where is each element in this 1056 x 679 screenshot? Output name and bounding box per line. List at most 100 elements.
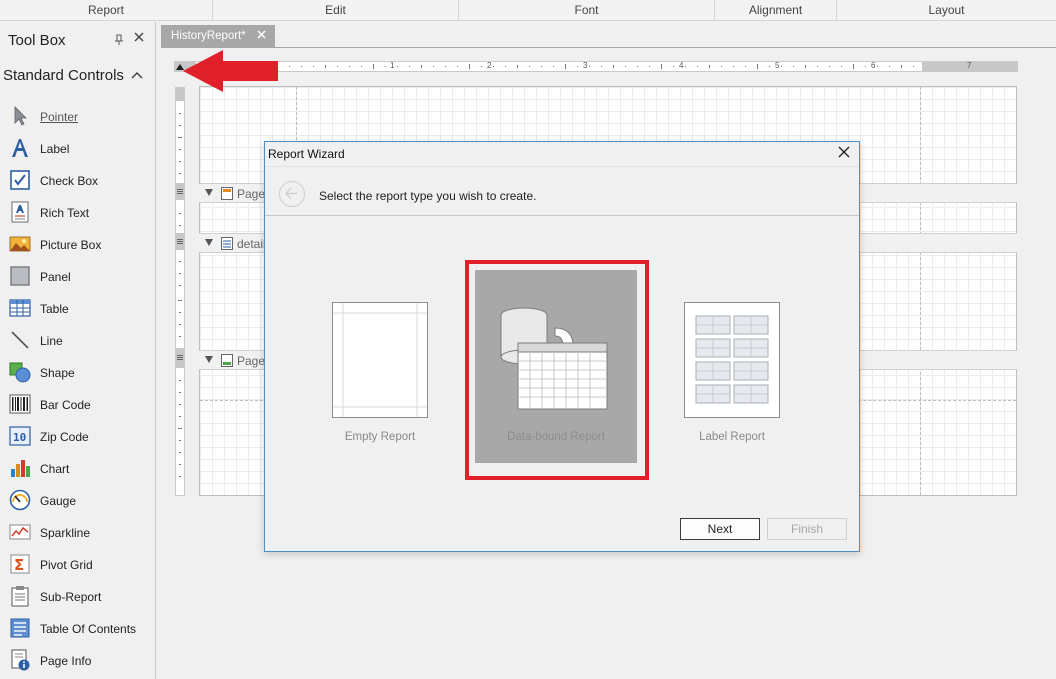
page-info-icon (9, 649, 31, 671)
toolbox-item-label: Page Info (40, 654, 92, 668)
standard-controls-section[interactable]: Standard Controls (0, 62, 156, 90)
label-icon (9, 137, 31, 159)
toolbox-panel: Tool Box Standard Controls Pointer Label… (0, 22, 156, 679)
band-label: Page (237, 354, 266, 368)
ribbon-group-edit[interactable]: Edit (213, 0, 459, 21)
toolbox-item-picture-box[interactable]: Picture Box (0, 230, 156, 260)
empty-report-thumbnail (332, 302, 428, 418)
close-icon[interactable] (837, 145, 853, 163)
toolbox-title: Tool Box (8, 32, 66, 49)
toolbox-item-label: Bar Code (40, 398, 91, 412)
svg-text:Σ: Σ (14, 556, 24, 574)
next-button[interactable]: Next (680, 518, 760, 540)
close-icon[interactable] (256, 28, 267, 43)
ruler-number: 7 (967, 61, 972, 70)
toolbox-item-chart[interactable]: Chart (0, 454, 156, 484)
toolbox-item-label: Panel (40, 270, 71, 284)
toolbox-item-line[interactable]: Line (0, 326, 156, 356)
toolbox-item-check-box[interactable]: Check Box (0, 166, 156, 196)
toolbox-item-label: Table Of Contents (40, 622, 137, 636)
ruler-number: 5 (775, 61, 780, 70)
dialog-title: Report Wizard (268, 147, 345, 161)
toolbox-item-label: Label (40, 142, 70, 156)
ruler-ticks (205, 64, 914, 69)
finish-button[interactable]: Finish (767, 518, 847, 540)
toolbox-item-label: Check Box (40, 174, 99, 188)
toolbox-item-bar-code[interactable]: Bar Code (0, 390, 156, 420)
toolbox-item-table[interactable]: Table (0, 294, 156, 324)
toolbox-header: Tool Box (0, 22, 156, 58)
toolbox-item-pivot-grid[interactable]: Σ Pivot Grid (0, 550, 156, 580)
collapse-arrow-icon[interactable] (205, 239, 213, 246)
tab-underline (161, 47, 1056, 48)
selection-highlight-box (465, 260, 649, 480)
toolbox-item-label: Table (40, 302, 69, 316)
rich-text-icon (9, 201, 31, 223)
ribbon-group-font[interactable]: Font (459, 0, 715, 21)
tab-label: HistoryReport* (171, 30, 246, 42)
toolbox-item-label: Shape (40, 366, 75, 380)
empty-report-icon (333, 303, 427, 417)
zip-code-icon: 10 (9, 425, 31, 447)
sub-report-icon (9, 585, 31, 607)
chevron-up-icon[interactable] (130, 67, 144, 83)
barcode-icon (9, 393, 31, 415)
wizard-prompt: Select the report type you wish to creat… (319, 189, 537, 203)
collapse-arrow-icon[interactable] (205, 356, 213, 363)
wizard-header: Select the report type you wish to creat… (265, 166, 859, 216)
toolbox-item-label: Pivot Grid (40, 558, 93, 572)
table-icon (9, 297, 31, 319)
toolbox-item-label: Line (40, 334, 63, 348)
panel-icon (9, 265, 31, 287)
toolbox-item-label: Picture Box (40, 238, 102, 252)
ribbon-group-report[interactable]: Report (0, 0, 213, 21)
toolbox-item-page-info[interactable]: Page Info (0, 646, 156, 676)
arrow-left-icon (284, 187, 297, 200)
sparkline-icon (9, 521, 31, 543)
page-footer-band-icon (221, 354, 233, 367)
toolbox-item-rich-text[interactable]: Rich Text (0, 198, 156, 228)
shape-icon (9, 361, 31, 383)
vertical-ruler[interactable] (175, 87, 185, 496)
gauge-icon (9, 489, 31, 511)
close-icon[interactable] (133, 31, 145, 47)
pivot-grid-icon: Σ (9, 553, 31, 575)
back-button[interactable] (279, 181, 305, 207)
band-label: Page (237, 187, 266, 201)
option-label: Label Report (699, 431, 765, 443)
option-label: Empty Report (344, 431, 416, 443)
toolbox-item-label: Sparkline (40, 526, 91, 540)
toolbox-item-shape[interactable]: Shape (0, 358, 156, 388)
picture-box-icon (9, 233, 31, 255)
toolbox-item-label: Rich Text (40, 206, 90, 220)
toolbox-item-sub-report[interactable]: Sub-Report (0, 582, 156, 612)
ribbon-group-alignment[interactable]: Alignment (715, 0, 837, 21)
tab-history-report[interactable]: HistoryReport* (161, 25, 275, 47)
toolbox-item-pointer[interactable]: Pointer (0, 102, 156, 132)
red-annotation-arrow (183, 50, 278, 92)
toolbox-item-gauge[interactable]: Gauge (0, 486, 156, 516)
page-header-band-icon (221, 187, 233, 200)
toolbox-item-sparkline[interactable]: Sparkline (0, 518, 156, 548)
label-report-icon (695, 315, 769, 404)
vruler-ticks (177, 113, 183, 477)
table-of-contents-icon (9, 617, 31, 639)
section-title: Standard Controls (3, 67, 124, 84)
checkbox-icon (9, 169, 31, 191)
ruler-number: 4 (679, 61, 684, 70)
ribbon-group-layout[interactable]: Layout (837, 0, 1056, 21)
ruler-number: 2 (487, 61, 492, 70)
toolbox-item-panel[interactable]: Panel (0, 262, 156, 292)
chart-icon (9, 457, 31, 479)
pointer-icon (9, 105, 31, 127)
horizontal-ruler[interactable]: 1 2 3 4 5 6 7 (174, 61, 1018, 72)
toolbox-item-label: Sub-Report (40, 590, 102, 604)
ruler-number: 6 (871, 61, 876, 70)
line-icon (9, 329, 31, 351)
collapse-arrow-icon[interactable] (205, 189, 213, 196)
toolbox-item-table-of-contents[interactable]: Table Of Contents (0, 614, 156, 644)
toolbox-item-zip-code[interactable]: 10 Zip Code (0, 422, 156, 452)
toolbox-item-label[interactable]: Label (0, 134, 156, 164)
toolbox-item-label: Zip Code (40, 430, 89, 444)
pin-icon[interactable] (113, 34, 125, 46)
